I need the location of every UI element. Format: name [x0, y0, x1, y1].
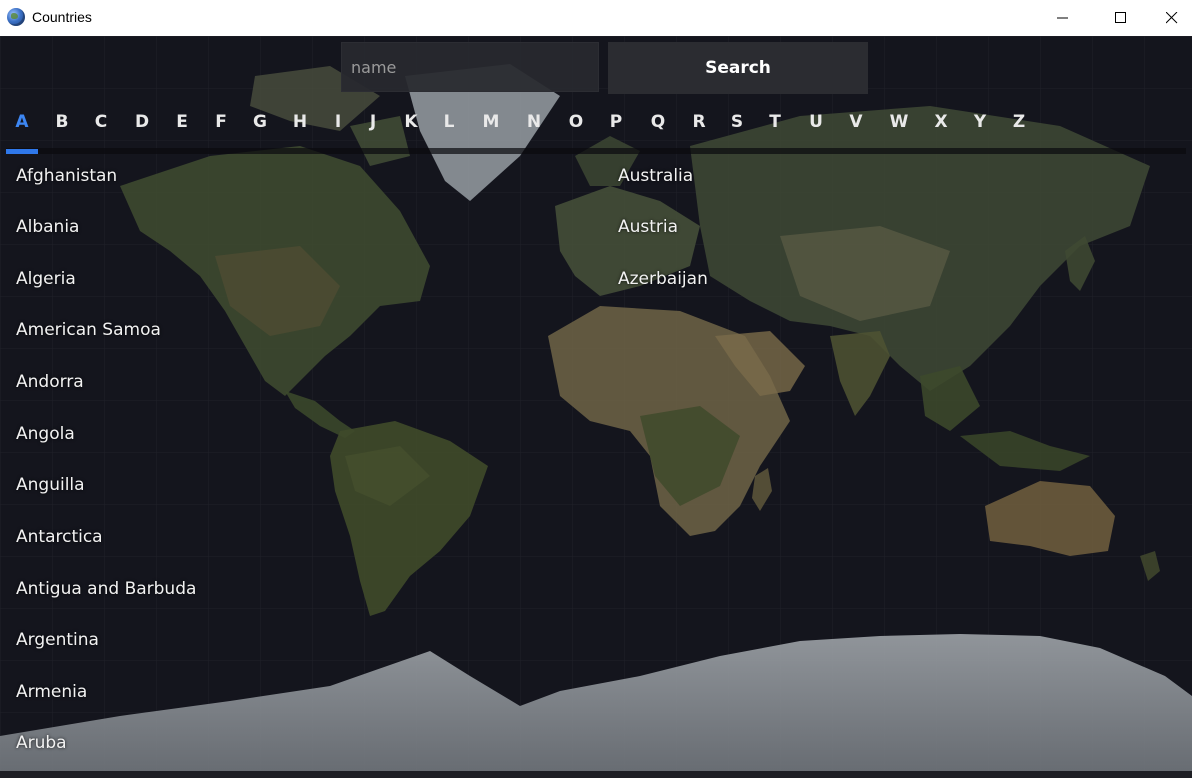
tab-d[interactable]: D: [135, 112, 149, 132]
list-item-australia[interactable]: Australia: [618, 166, 693, 186]
tab-a[interactable]: A: [15, 112, 28, 132]
tab-j[interactable]: J: [370, 112, 376, 132]
window-title: Countries: [32, 9, 92, 25]
list-item-antigua-and-barbuda[interactable]: Antigua and Barbuda: [16, 579, 196, 599]
tab-n[interactable]: N: [527, 112, 541, 132]
list-item-afghanistan[interactable]: Afghanistan: [16, 166, 117, 186]
list-item-antarctica[interactable]: Antarctica: [16, 527, 103, 547]
tab-track: [6, 148, 1186, 154]
globe-icon: [7, 8, 25, 26]
tab-t[interactable]: T: [769, 112, 781, 132]
tab-y[interactable]: Y: [974, 112, 986, 132]
tab-r[interactable]: R: [692, 112, 705, 132]
tab-o[interactable]: O: [569, 112, 583, 132]
tab-v[interactable]: V: [849, 112, 862, 132]
title-bar: Countries: [0, 0, 1192, 36]
tab-p[interactable]: P: [610, 112, 622, 132]
close-icon: [1166, 12, 1178, 24]
list-item-argentina[interactable]: Argentina: [16, 630, 99, 650]
tab-u[interactable]: U: [809, 112, 823, 132]
tab-g[interactable]: G: [253, 112, 267, 132]
bottom-edge: [0, 771, 1192, 778]
tab-z[interactable]: Z: [1013, 112, 1025, 132]
list-item-austria[interactable]: Austria: [618, 217, 678, 237]
search-input[interactable]: [341, 42, 599, 92]
tab-m[interactable]: M: [483, 112, 500, 132]
list-item-angola[interactable]: Angola: [16, 424, 75, 444]
tab-w[interactable]: W: [890, 112, 909, 132]
tab-x[interactable]: X: [934, 112, 947, 132]
list-item-albania[interactable]: Albania: [16, 217, 79, 237]
alphabet-tab-bar: A B C D E F G H I J K L M N O P Q R S T …: [0, 106, 1192, 156]
tab-l[interactable]: L: [444, 112, 455, 132]
list-item-armenia[interactable]: Armenia: [16, 682, 87, 702]
maximize-icon: [1115, 12, 1126, 23]
list-item-aruba[interactable]: Aruba: [16, 733, 67, 753]
tab-k[interactable]: K: [404, 112, 417, 132]
active-tab-indicator: [6, 149, 38, 154]
tab-c[interactable]: C: [95, 112, 107, 132]
tab-q[interactable]: Q: [651, 112, 665, 132]
list-item-algeria[interactable]: Algeria: [16, 269, 76, 289]
minimize-button[interactable]: [1034, 0, 1092, 36]
tab-e[interactable]: E: [176, 112, 188, 132]
search-button[interactable]: Search: [608, 42, 868, 94]
minimize-icon: [1057, 17, 1068, 19]
tab-s[interactable]: S: [731, 112, 743, 132]
main-content: Search A B C D E F G H I J K L M N O P Q…: [0, 36, 1192, 778]
close-button[interactable]: [1150, 0, 1192, 36]
list-item-american-samoa[interactable]: American Samoa: [16, 320, 161, 340]
tab-h[interactable]: H: [293, 112, 307, 132]
maximize-button[interactable]: [1092, 0, 1150, 36]
list-item-azerbaijan[interactable]: Azerbaijan: [618, 269, 708, 289]
tab-i[interactable]: I: [335, 112, 341, 132]
list-item-andorra[interactable]: Andorra: [16, 372, 84, 392]
list-item-anguilla[interactable]: Anguilla: [16, 475, 85, 495]
tab-f[interactable]: F: [215, 112, 227, 132]
tab-b[interactable]: B: [56, 112, 69, 132]
